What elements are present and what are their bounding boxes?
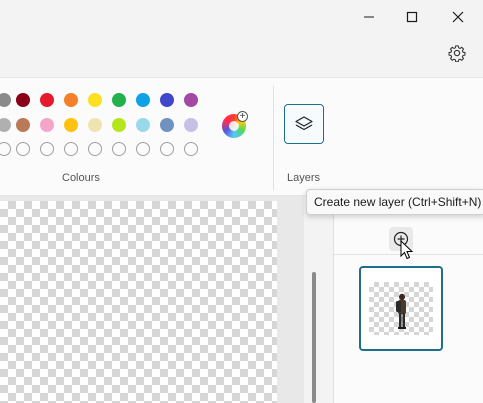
layer-thumbnail[interactable] — [359, 266, 443, 351]
colour-swatch[interactable] — [88, 93, 102, 107]
layers-group-label: Layers — [287, 172, 321, 184]
close-button[interactable] — [435, 0, 481, 33]
colour-swatch[interactable] — [136, 118, 150, 132]
colour-swatch[interactable] — [16, 118, 30, 132]
colour-swatch[interactable] — [16, 93, 30, 107]
colour-swatch[interactable] — [112, 93, 126, 107]
custom-colour-slot[interactable] — [40, 142, 54, 156]
person-figure-image — [396, 293, 406, 329]
custom-colour-slot[interactable] — [184, 142, 198, 156]
colour-swatch[interactable] — [40, 118, 54, 132]
settings-button[interactable] — [442, 38, 472, 68]
ribbon-divider — [273, 86, 274, 190]
vertical-scrollbar[interactable] — [312, 272, 316, 403]
menu-bar — [0, 33, 483, 77]
colour-swatch[interactable] — [184, 93, 198, 107]
maximize-button[interactable] — [389, 0, 435, 33]
layers-icon — [295, 116, 313, 131]
mouse-pointer-icon — [400, 240, 414, 260]
custom-colour-slot[interactable] — [88, 142, 102, 156]
colour-swatch[interactable] — [112, 118, 126, 132]
colour-swatch[interactable] — [184, 118, 198, 132]
gear-icon — [448, 45, 466, 62]
custom-colour-slot[interactable] — [160, 142, 174, 156]
close-icon — [452, 11, 464, 22]
tooltip: Create new layer (Ctrl+Shift+N) — [306, 189, 483, 215]
colour-swatch[interactable] — [64, 118, 78, 132]
minimize-button[interactable] — [346, 0, 392, 33]
colour-wheel-icon — [229, 121, 239, 131]
colour-swatch[interactable] — [160, 93, 174, 107]
colour-swatch[interactable] — [88, 118, 102, 132]
drawing-canvas[interactable] — [0, 201, 277, 403]
colours-group-label: Colours — [62, 172, 100, 184]
minimize-icon — [364, 16, 374, 17]
colour-swatch[interactable] — [40, 93, 54, 107]
layer-preview — [369, 282, 433, 335]
canvas-area — [0, 196, 304, 403]
colour-swatch[interactable] — [136, 93, 150, 107]
custom-colour-slot[interactable] — [16, 142, 30, 156]
colour-swatch[interactable] — [160, 118, 174, 132]
custom-colour-slot[interactable] — [64, 142, 78, 156]
maximize-icon — [406, 11, 418, 22]
custom-colour-slot[interactable] — [112, 142, 126, 156]
plus-icon: + — [237, 111, 248, 122]
colour-swatch[interactable] — [64, 93, 78, 107]
custom-colour-slot[interactable] — [136, 142, 150, 156]
layers-button[interactable] — [284, 104, 324, 144]
